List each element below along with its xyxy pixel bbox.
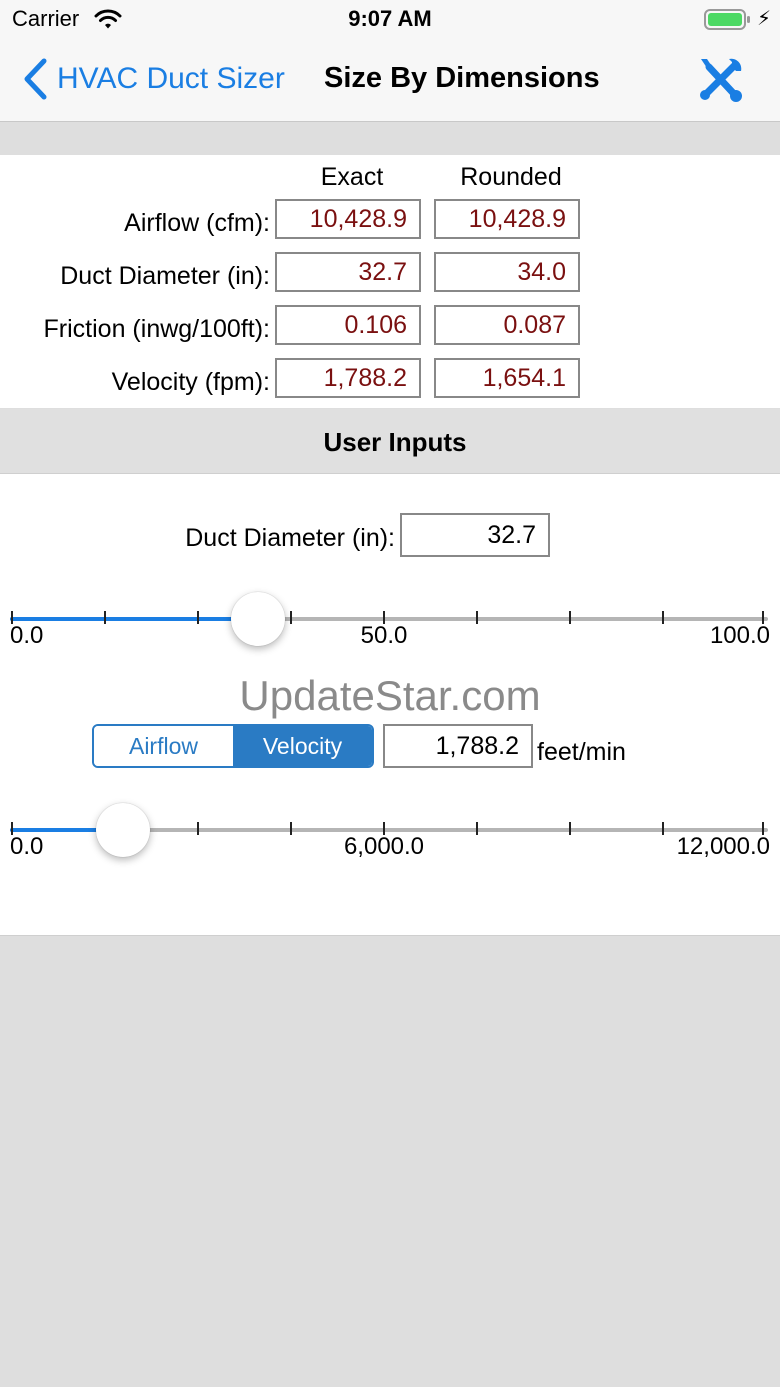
slider-tick [569,611,571,624]
duct-diameter-rounded-value: 34.0 [434,252,580,292]
exact-column-header: Exact [320,163,384,191]
mode-value-input[interactable]: 1,788.2 [383,724,533,768]
battery-icon [704,9,752,36]
back-button[interactable]: HVAC Duct Sizer [57,62,285,96]
diameter-slider-max-label: 100.0 [709,622,770,649]
slider-tick [476,611,478,624]
velocity-exact-value: 1,788.2 [275,358,421,398]
duct-diameter-label: Duct Diameter (in): [60,262,270,290]
tools-icon[interactable] [695,55,745,110]
back-chevron-icon[interactable] [22,58,48,107]
diameter-slider-min-label: 0.0 [10,622,44,649]
velocity-slider-min-label: 0.0 [10,833,44,860]
friction-rounded-value: 0.087 [434,305,580,345]
velocity-slider-thumb[interactable] [95,803,150,857]
slider-tick [290,822,292,835]
airflow-label: Airflow (cfm): [124,209,270,237]
diameter-slider-fill [10,617,258,621]
diameter-slider-thumb[interactable] [230,592,285,646]
watermark: UpdateStar.com [239,672,541,719]
mode-segmented-control[interactable]: Airflow Velocity [92,724,374,768]
velocity-slider-max-label: 12,000.0 [676,833,770,860]
diameter-input-label: Duct Diameter (in): [185,524,395,552]
slider-tick [290,611,292,624]
diameter-input[interactable]: 32.7 [400,513,550,557]
segment-velocity[interactable]: Velocity [233,726,372,766]
slider-tick [476,822,478,835]
status-bar: Carrier 9:07 AM ⚡ [0,0,780,40]
velocity-label: Velocity (fpm): [111,368,270,396]
slider-tick [197,822,199,835]
velocity-slider-mid-label: 6,000.0 [343,833,425,860]
mode-unit-label: feet/min [537,738,626,766]
page-title: Size By Dimensions [324,62,600,94]
slider-tick [197,611,199,624]
diameter-slider-mid-label: 50.0 [360,622,408,649]
slider-tick [104,611,106,624]
friction-exact-value: 0.106 [275,305,421,345]
duct-diameter-exact-value: 32.7 [275,252,421,292]
friction-label: Friction (inwg/100ft): [43,315,270,343]
segment-airflow[interactable]: Airflow [94,726,233,766]
slider-tick [662,611,664,624]
airflow-exact-value: 10,428.9 [275,199,421,239]
slider-tick [569,822,571,835]
charging-icon: ⚡ [757,8,772,30]
velocity-rounded-value: 1,654.1 [434,358,580,398]
rounded-column-header: Rounded [460,163,562,191]
airflow-rounded-value: 10,428.9 [434,199,580,239]
status-time: 9:07 AM [348,6,432,31]
user-inputs-title: User Inputs [323,427,467,457]
